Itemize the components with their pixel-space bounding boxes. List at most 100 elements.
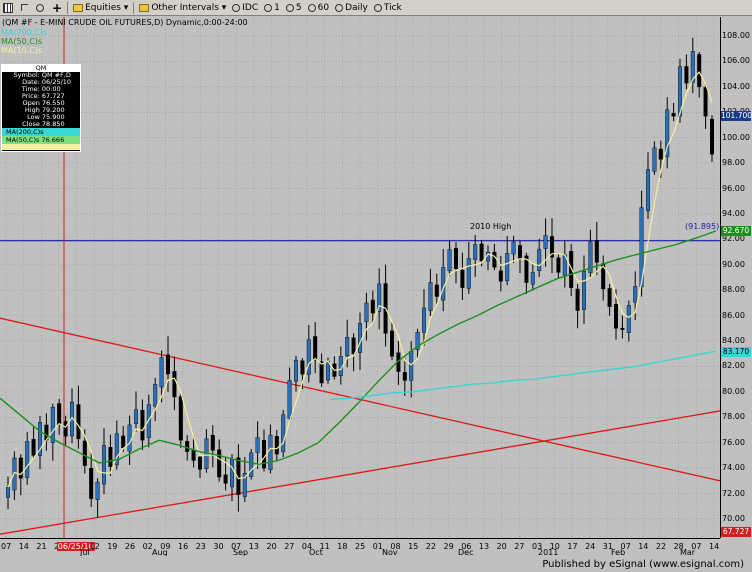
folder-icon [73, 3, 84, 12]
candle-body [229, 459, 234, 488]
footer: Published by eSignal (www.esignal.com) [0, 556, 752, 572]
price-chart[interactable] [0, 17, 721, 538]
candle-body [217, 449, 222, 478]
annotation-level: (91.895) [685, 222, 720, 231]
price-tick-label: 96.00 [722, 183, 745, 193]
interval-60-label: 60 [317, 2, 330, 13]
interval-daily-button[interactable]: Daily [332, 1, 371, 15]
time-scale[interactable]: 0714212806/25/10121926020916233007132027… [0, 538, 720, 557]
folder-icon [139, 3, 150, 12]
clock-icon [264, 3, 273, 12]
date-tick-label: 17 [567, 542, 578, 551]
interval-5-label: 5 [295, 2, 302, 13]
candle-body [402, 372, 407, 381]
candle-body [626, 305, 631, 333]
candle-body [607, 288, 612, 307]
candle-body [447, 249, 452, 272]
candle-body [76, 404, 81, 440]
date-tick-label: 07 [1, 542, 12, 551]
candle-body [473, 244, 478, 260]
magnifier-icon[interactable] [33, 1, 49, 15]
candle-body [31, 439, 36, 456]
candle-body [300, 360, 305, 375]
info-row: Date: 06/25/10 [2, 79, 80, 86]
other-intervals-menu[interactable]: Other Intervals ▾ [136, 1, 229, 15]
candle-body [409, 351, 414, 381]
price-scale[interactable] [720, 17, 752, 538]
candle-body [460, 269, 465, 288]
candle-body [101, 445, 106, 485]
info-key: Close [22, 120, 40, 128]
equities-label: Equities [85, 2, 121, 13]
info-ma200: MA(200,C)s [2, 128, 80, 136]
date-tick-label: 14 [709, 542, 720, 551]
date-tick-label: 18 [337, 542, 348, 551]
candle-body [165, 354, 170, 375]
candle-body [197, 456, 202, 470]
candle-body [684, 66, 689, 84]
candle-body [505, 253, 510, 282]
interval-60-button[interactable]: 60 [305, 1, 332, 15]
interval-5-button[interactable]: 5 [283, 1, 305, 15]
price-tick-label: 82.00 [722, 361, 745, 371]
clock-icon [335, 3, 344, 12]
candle-body [620, 327, 625, 330]
date-tick-label: 27 [514, 542, 525, 551]
interval-tick-button[interactable]: Tick [371, 1, 405, 15]
candle-body [108, 447, 113, 468]
candle-body [492, 251, 497, 268]
ma200-price-tag: 83.170 [721, 346, 751, 357]
candle-body [63, 421, 68, 437]
date-tick-label: 20 [266, 542, 277, 551]
interval-1-button[interactable]: 1 [261, 1, 283, 15]
chart-settings-icon[interactable] [0, 1, 18, 15]
add-icon[interactable]: + [49, 1, 65, 15]
date-tick-label: 24 [585, 542, 596, 551]
candle-body [422, 307, 427, 333]
idc-label: IDC [242, 2, 259, 13]
candle-body [210, 434, 215, 451]
candle-body [95, 481, 100, 500]
price-tick-label: 74.00 [722, 463, 745, 473]
candle-body [121, 435, 126, 448]
candle-body [594, 240, 599, 263]
date-tick-label: 27 [284, 542, 295, 551]
ma10-label: MA(10,C)s [1, 46, 43, 55]
candle-body [89, 468, 94, 499]
chart-toolbar: + Equities ▾ Other Intervals ▾ IDC 1 5 6… [0, 0, 752, 16]
idc-button[interactable]: IDC [229, 1, 261, 15]
candle-body [159, 357, 164, 388]
candle-body [441, 267, 446, 301]
candle-body [25, 441, 30, 478]
price-chart-svg[interactable] [0, 17, 721, 538]
clock-icon [307, 3, 316, 12]
candle-body [575, 288, 580, 311]
date-tick-label: 22 [425, 542, 436, 551]
candle-body [518, 245, 523, 259]
info-row: Time: 00:00 [2, 86, 80, 93]
candle-body [633, 286, 638, 303]
price-tick-label: 78.00 [722, 412, 745, 422]
candle-body [127, 424, 132, 452]
candle-body [223, 474, 228, 484]
cursor-info-box: QM Symbol: QM #F,D Date: 06/25/10 Time: 00:… [1, 64, 81, 152]
candle-body [390, 330, 395, 357]
other-intervals-label: Other Intervals [151, 2, 219, 13]
date-tick-label: 22 [655, 542, 667, 551]
equities-menu[interactable]: Equities ▾ [70, 1, 131, 15]
candle-body [646, 169, 651, 211]
candle-body [153, 384, 158, 407]
candle-body [537, 249, 542, 271]
candle-body [82, 440, 87, 466]
candle-body [326, 361, 331, 381]
date-tick-label: 15 [408, 542, 419, 551]
crosshair-icon[interactable] [18, 1, 33, 15]
price-tick-label: 94.00 [722, 208, 745, 218]
cursor-price-tag: 67.727 [721, 527, 751, 537]
candle-body [582, 270, 587, 310]
price-tick-label: 72.00 [722, 488, 745, 498]
candle-body [178, 396, 183, 441]
last-price-tag: 101.700 [721, 111, 752, 122]
date-tick-label: 29 [443, 542, 454, 551]
price-tick-label: 90.00 [722, 259, 745, 269]
